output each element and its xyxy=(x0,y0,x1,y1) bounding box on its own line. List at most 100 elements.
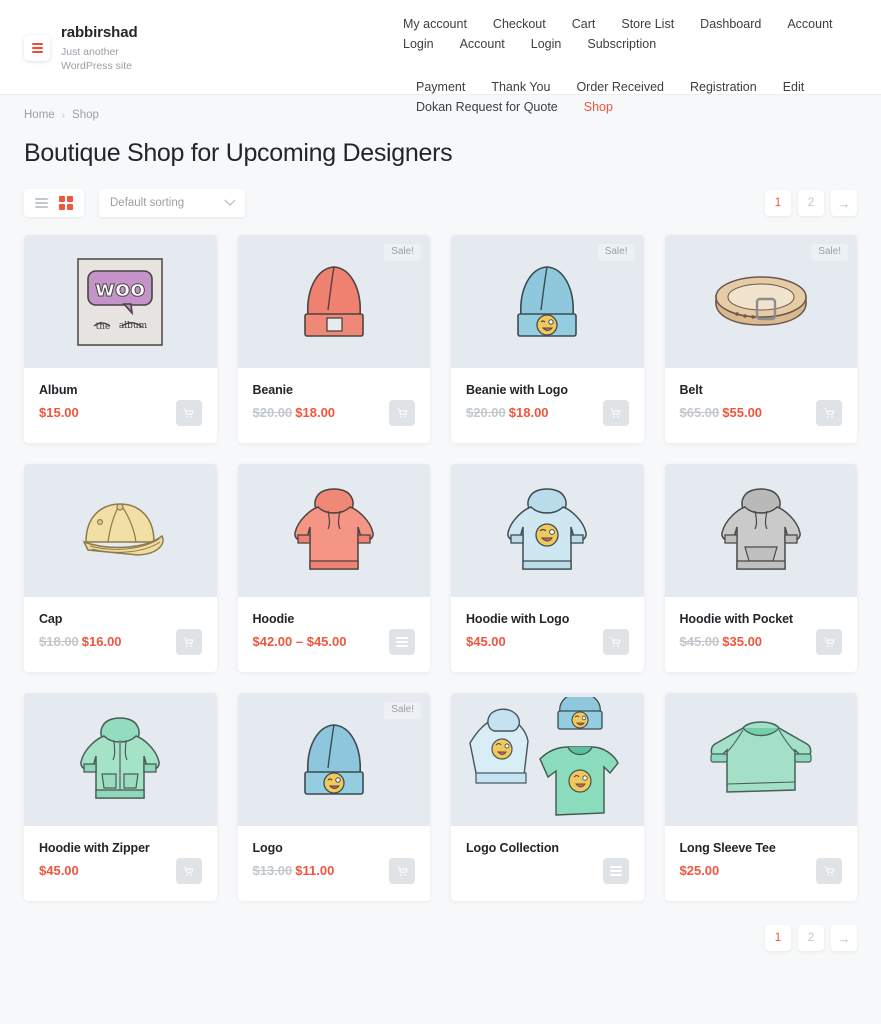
nav-link-dokan-request-for-quote[interactable]: Dokan Request for Quote xyxy=(403,97,571,117)
nav-link-registration[interactable]: Registration xyxy=(677,77,770,97)
svg-text:album: album xyxy=(119,321,148,331)
product-card[interactable]: Logo Collection xyxy=(451,693,644,901)
nav-link-subscription[interactable]: Subscription xyxy=(574,34,669,54)
chevron-down-icon xyxy=(224,194,236,206)
nav-link-dashboard[interactable]: Dashboard xyxy=(687,14,774,34)
product-title[interactable]: Long Sleeve Tee xyxy=(680,841,843,855)
nav-link-account[interactable]: Account xyxy=(774,14,845,34)
product-current-price: $42.00 – $45.00 xyxy=(252,634,347,649)
product-title[interactable]: Beanie with Logo xyxy=(466,383,629,397)
product-illustration-logo-collection xyxy=(451,693,644,826)
product-price: $20.00 $18.00 xyxy=(466,405,549,420)
nav-link-login[interactable]: Login xyxy=(518,34,575,54)
breadcrumb-home[interactable]: Home xyxy=(24,109,55,121)
product-thumbnail[interactable]: Sale! xyxy=(664,235,857,368)
product-card[interactable]: Sale! Logo $13.00 $11.00 xyxy=(237,693,431,901)
sorting-select[interactable]: Default sorting xyxy=(99,189,245,217)
product-title[interactable]: Cap xyxy=(39,612,202,626)
product-current-price: $18.00 xyxy=(508,405,549,420)
sale-badge: Sale! xyxy=(384,702,421,719)
nav-link-my-account[interactable]: My account xyxy=(390,14,480,34)
product-card[interactable]: Long Sleeve Tee $25.00 xyxy=(664,693,858,901)
product-title[interactable]: Hoodie with Zipper xyxy=(39,841,202,855)
page-1-button-bottom[interactable]: 1 xyxy=(765,925,791,951)
page-2-button-top[interactable]: 2 xyxy=(798,190,824,216)
nav-link-edit[interactable]: Edit xyxy=(770,77,818,97)
product-thumbnail[interactable] xyxy=(664,693,857,826)
add-to-cart-button[interactable] xyxy=(389,399,415,426)
nav-link-account[interactable]: Account xyxy=(447,34,518,54)
product-card[interactable]: Cap $18.00 $16.00 xyxy=(24,464,217,672)
select-options-button[interactable] xyxy=(602,857,629,884)
nav-link-payment[interactable]: Payment xyxy=(403,77,478,97)
product-title[interactable]: Logo Collection xyxy=(466,841,629,855)
product-thumbnail[interactable] xyxy=(451,464,644,597)
product-title[interactable]: Beanie xyxy=(253,383,416,397)
nav-link-cart[interactable]: Cart xyxy=(559,14,609,34)
product-card[interactable]: Hoodie with Pocket $45.00 $35.00 xyxy=(664,464,857,672)
grid-view-icon[interactable] xyxy=(59,196,73,210)
next-page-arrow-icon-bottom[interactable]: → xyxy=(831,925,857,951)
product-thumbnail[interactable]: woo the album xyxy=(24,235,217,368)
product-card[interactable]: Sale! Belt $65.00 $55.00 xyxy=(664,235,857,443)
add-to-cart-button[interactable] xyxy=(175,857,202,884)
cart-icon xyxy=(183,637,194,647)
product-body: Hoodie with Logo xyxy=(451,597,644,626)
product-body: Hoodie with Zipper xyxy=(24,826,217,855)
product-thumbnail[interactable] xyxy=(24,693,217,826)
add-to-cart-button[interactable] xyxy=(816,628,842,655)
product-regular-price: $20.00 xyxy=(252,405,293,420)
product-thumbnail[interactable]: Sale! xyxy=(451,235,644,368)
product-title[interactable]: Hoodie with Pocket xyxy=(680,612,843,626)
product-thumbnail[interactable] xyxy=(451,693,644,826)
product-body: Logo xyxy=(238,826,431,855)
cart-icon xyxy=(397,866,407,876)
product-current-price: $45.00 xyxy=(39,863,79,878)
product-thumbnail[interactable]: Sale! xyxy=(237,693,430,826)
product-footer: $20.00 $18.00 xyxy=(238,397,431,443)
product-thumbnail[interactable] xyxy=(664,464,857,597)
product-title[interactable]: Hoodie with Logo xyxy=(466,612,629,626)
product-card[interactable]: Sale! Beanie $20.00 $18.00 xyxy=(237,235,431,443)
product-footer: $45.00 xyxy=(24,855,217,901)
product-card[interactable]: Hoodie $42.00 – $45.00 xyxy=(237,464,430,672)
nav-link-thank-you[interactable]: Thank You xyxy=(478,77,563,97)
product-title[interactable]: Hoodie xyxy=(253,612,416,626)
nav-link-login[interactable]: Login xyxy=(390,34,447,54)
product-current-price: $45.00 xyxy=(466,634,506,649)
page-2-button-bottom[interactable]: 2 xyxy=(798,925,824,951)
product-illustration-hoodie-zip-green xyxy=(24,693,217,826)
select-options-button[interactable] xyxy=(389,628,415,655)
product-title[interactable]: Belt xyxy=(680,383,843,397)
site-branding[interactable]: rabbirshad Just another WordPress site xyxy=(24,10,214,73)
lines-logo-icon[interactable] xyxy=(24,35,50,61)
page-1-button-top[interactable]: 1 xyxy=(765,190,791,216)
add-to-cart-button[interactable] xyxy=(175,628,202,655)
product-card[interactable]: woo the album Album $15.00 xyxy=(24,235,217,443)
cart-icon xyxy=(824,866,834,876)
site-header: rabbirshad Just another WordPress site M… xyxy=(0,0,881,114)
site-title: rabbirshad xyxy=(61,24,138,41)
add-to-cart-button[interactable] xyxy=(175,399,202,426)
nav-link-shop[interactable]: Shop xyxy=(571,97,626,117)
list-view-icon[interactable] xyxy=(35,197,48,209)
product-title[interactable]: Logo xyxy=(253,841,416,855)
add-to-cart-button[interactable] xyxy=(602,628,629,655)
product-card[interactable]: Hoodie with Logo $45.00 xyxy=(451,464,644,672)
add-to-cart-button[interactable] xyxy=(816,857,842,884)
nav-link-order-received[interactable]: Order Received xyxy=(563,77,677,97)
add-to-cart-button[interactable] xyxy=(816,399,842,426)
view-mode-toggle[interactable] xyxy=(24,189,84,217)
nav-link-checkout[interactable]: Checkout xyxy=(480,14,559,34)
product-thumbnail[interactable]: Sale! xyxy=(237,235,430,368)
product-body: Long Sleeve Tee xyxy=(665,826,858,855)
add-to-cart-button[interactable] xyxy=(389,857,415,884)
product-thumbnail[interactable] xyxy=(24,464,217,597)
product-card[interactable]: Hoodie with Zipper $45.00 xyxy=(24,693,217,901)
add-to-cart-button[interactable] xyxy=(602,399,629,426)
product-title[interactable]: Album xyxy=(39,383,202,397)
nav-link-store-list[interactable]: Store List xyxy=(608,14,687,34)
product-thumbnail[interactable] xyxy=(237,464,430,597)
product-card[interactable]: Sale! Beanie with Logo $20.00 $18.00 xyxy=(451,235,644,443)
next-page-arrow-icon-top[interactable]: → xyxy=(831,190,857,216)
